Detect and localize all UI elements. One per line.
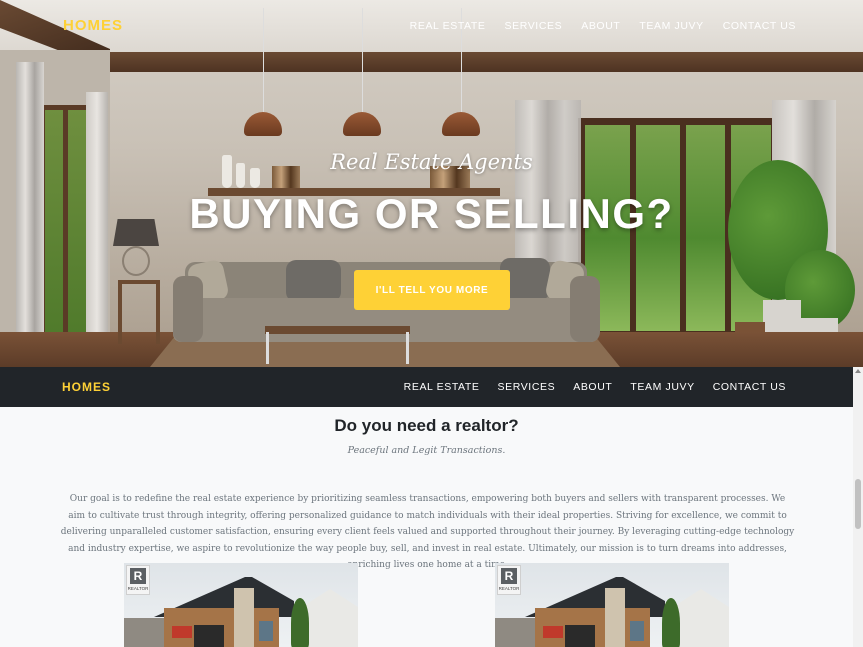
- coffee-table: [265, 326, 410, 334]
- sofa-pillow: [286, 260, 341, 302]
- ceiling-beam: [108, 52, 863, 72]
- house-window: [259, 621, 273, 641]
- nav-link-real-estate[interactable]: REAL ESTATE: [404, 381, 480, 393]
- hero-subheading: Real Estate Agents: [330, 150, 533, 174]
- realtor-logo-letter: R: [501, 568, 517, 584]
- top-navbar: HOMES REAL ESTATE SERVICES ABOUT TEAM JU…: [0, 0, 863, 52]
- page-scrollbar[interactable]: [853, 367, 863, 647]
- section-subtitle: Peaceful and Legit Transactions.: [347, 445, 506, 456]
- sofa-arm: [173, 276, 203, 342]
- house-stone-column: [234, 588, 254, 647]
- realtor-logo-letter: R: [130, 568, 146, 584]
- brand-logo[interactable]: HOMES: [63, 17, 123, 34]
- nav-link-real-estate[interactable]: REAL ESTATE: [410, 20, 486, 32]
- pendant-lamp: [442, 112, 480, 136]
- nav-link-about[interactable]: ABOUT: [573, 381, 612, 393]
- section-title: Do you need a realtor?: [334, 416, 519, 435]
- hero-section: [0, 0, 863, 367]
- nav-link-contact[interactable]: CONTACT US: [713, 381, 786, 393]
- rug: [150, 338, 620, 367]
- neighbor-house: [673, 589, 729, 647]
- house-stone-column: [605, 588, 625, 647]
- nav-link-services[interactable]: SERVICES: [498, 381, 556, 393]
- sticky-navbar: HOMES REAL ESTATE SERVICES ABOUT TEAM JU…: [0, 367, 853, 407]
- house-garage: [194, 625, 224, 647]
- scroll-up-arrow-icon[interactable]: [855, 369, 861, 373]
- tree: [662, 598, 680, 647]
- coffee-table-leg: [266, 332, 269, 364]
- realtor-logo: R REALTOR: [126, 565, 150, 595]
- house-garage: [565, 625, 595, 647]
- for-sale-sign: [172, 626, 192, 638]
- hero-heading: BUYING OR SELLING?: [189, 190, 674, 237]
- tree: [291, 598, 309, 647]
- sofa-arm: [570, 276, 600, 342]
- nav-links: REAL ESTATE SERVICES ABOUT TEAM JUVY CON…: [404, 381, 786, 393]
- house-window: [630, 621, 644, 641]
- nav-links: REAL ESTATE SERVICES ABOUT TEAM JUVY CON…: [410, 20, 796, 32]
- scrollbar-thumb[interactable]: [855, 479, 861, 529]
- coffee-table-leg: [406, 332, 409, 364]
- nav-link-team[interactable]: TEAM JUVY: [630, 381, 694, 393]
- realtor-logo-text: REALTOR: [127, 586, 149, 591]
- side-table: [118, 280, 160, 344]
- for-sale-sign: [543, 626, 563, 638]
- brand-logo[interactable]: HOMES: [62, 380, 111, 394]
- pendant-lamp: [343, 112, 381, 136]
- listing-image[interactable]: R REALTOR: [124, 563, 358, 647]
- nav-link-services[interactable]: SERVICES: [505, 20, 563, 32]
- mission-statement: Our goal is to redefine the real estate …: [60, 494, 795, 570]
- realtor-logo-text: REALTOR: [498, 586, 520, 591]
- neighbor-house: [495, 618, 535, 647]
- listing-image[interactable]: R REALTOR: [495, 563, 729, 647]
- neighbor-house: [302, 589, 358, 647]
- neighbor-house: [124, 618, 164, 647]
- tell-me-more-button[interactable]: I'LL TELL YOU MORE: [354, 270, 510, 310]
- pendant-lamp: [244, 112, 282, 136]
- table-lamp-base: [122, 246, 150, 276]
- nav-link-about[interactable]: ABOUT: [581, 20, 620, 32]
- nav-link-team[interactable]: TEAM JUVY: [639, 20, 703, 32]
- nav-link-contact[interactable]: CONTACT US: [723, 20, 796, 32]
- realtor-logo: R REALTOR: [497, 565, 521, 595]
